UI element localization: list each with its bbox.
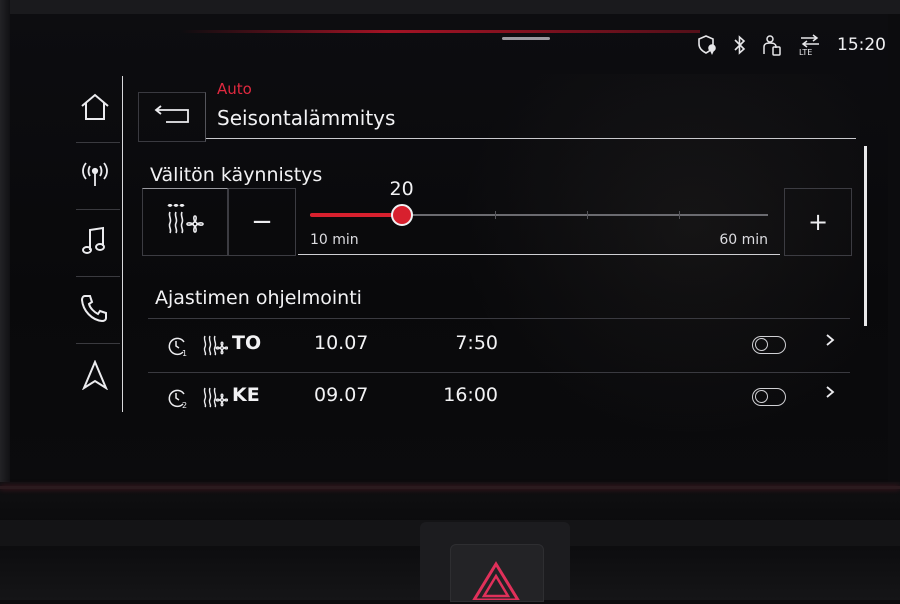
timer-row-1[interactable]: 1 TO 10.07 7:50 [148,320,850,372]
heater-fan-icon [202,386,229,412]
chevron-right-icon[interactable] [824,332,836,352]
person-phone-icon [761,34,783,56]
slider-min-label: 10 min [310,232,359,248]
timer-date: 10.07 [314,332,369,354]
timer-time: 16:00 [443,384,498,406]
lte-label: LTE [799,48,812,56]
timer-clock-icon: 1 [166,334,190,362]
timer-clock-icon: 2 [166,386,190,414]
lte-icon: LTE [797,34,823,56]
status-time: 15:20 [837,35,886,55]
plus-label: + [807,208,829,236]
shield-location-icon [697,34,719,56]
slider-tick [495,211,496,219]
timer-toggle[interactable] [752,336,786,354]
instant-start-title: Välitön käynnistys [150,164,323,186]
timer-row-2[interactable]: 2 KE 09.07 16:00 [148,372,850,424]
music-note-icon [82,226,108,260]
slider-max-label: 60 min [719,232,768,248]
timer-day: KE [232,384,260,406]
timer-programming-title: Ajastimen ohjelmointi [155,287,362,309]
back-arrow-icon [152,104,192,130]
main-sidebar [68,76,123,412]
breadcrumb[interactable]: Auto [217,80,252,98]
timer-time: 7:50 [455,332,498,354]
status-bar: LTE 15:20 [697,34,886,56]
chevron-right-icon[interactable] [824,384,836,404]
header-divider [206,138,856,139]
phone-icon [80,293,110,327]
slider-value: 20 [389,178,414,200]
heater-fan-icon [202,334,229,360]
page-title: Seisontalämmitys [217,106,396,130]
sidebar-item-phone[interactable] [68,277,122,343]
display-bezel-top [0,0,900,14]
row-divider [148,318,850,319]
bluetooth-icon [733,35,747,55]
slider-knob[interactable] [390,204,413,226]
hazard-triangle-icon [470,560,522,604]
home-icon [80,93,110,125]
heater-mode-button[interactable] [142,188,228,256]
timer-toggle[interactable] [752,388,786,406]
sidebar-item-media[interactable] [68,210,122,276]
sidebar-item-navigation[interactable] [68,344,122,410]
duration-slider[interactable]: 20 10 min 60 min [298,178,780,255]
toggle-knob [755,390,768,403]
slider-tick [587,211,588,219]
slider-fill [310,213,402,217]
navigation-arrow-icon [81,359,109,394]
sidebar-item-radio[interactable] [68,143,122,209]
top-accent-bar [180,30,700,33]
timer-date: 09.07 [314,384,369,406]
minus-label: − [251,207,273,237]
ambient-light-strip [0,486,900,489]
scrollbar[interactable] [864,146,867,326]
decrease-duration-button[interactable]: − [228,188,296,256]
radio-antenna-icon [80,160,110,192]
sidebar-item-home[interactable] [68,76,122,142]
timer-day: TO [232,332,262,354]
back-button[interactable] [138,92,206,142]
heater-fan-icon [165,202,205,240]
slider-tick [679,211,680,219]
timer-index: 2 [182,401,187,410]
drag-down-handle[interactable] [502,37,550,40]
display-bezel-left [0,0,10,500]
toggle-knob [755,338,768,351]
increase-duration-button[interactable]: + [784,188,852,256]
timer-index: 1 [182,349,187,358]
